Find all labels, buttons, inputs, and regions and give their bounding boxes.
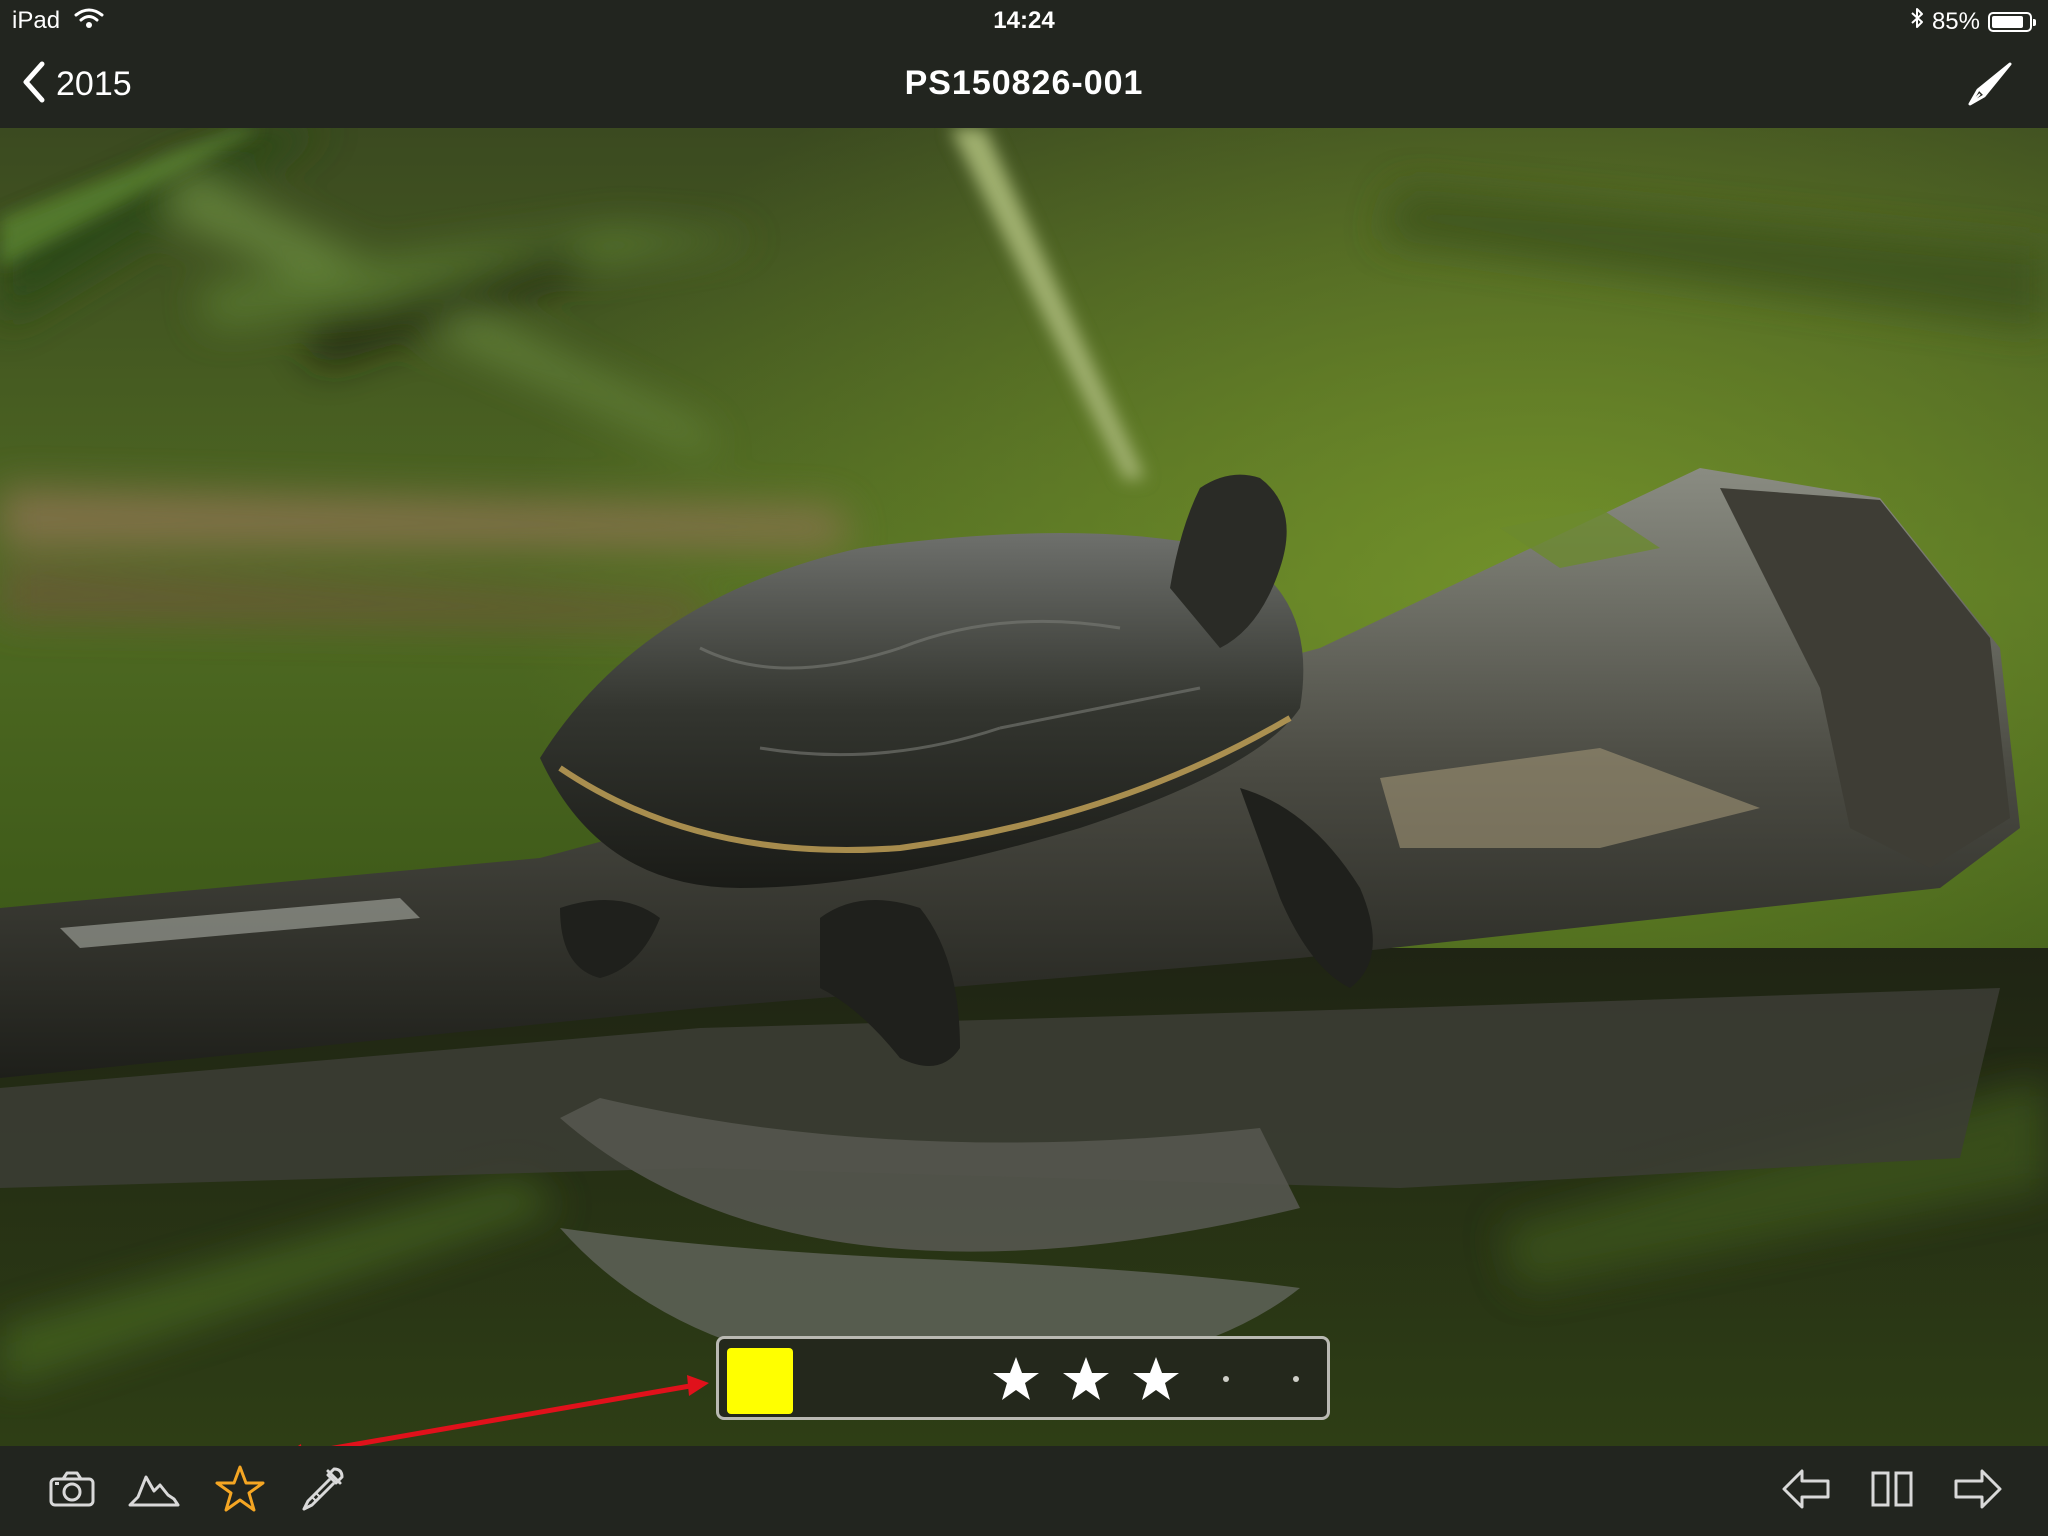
split-view-icon (1870, 1469, 1914, 1514)
star-filled-1[interactable] (981, 1351, 1051, 1407)
star-empty-dot (1293, 1376, 1299, 1382)
battery-tip (2033, 18, 2036, 26)
compose-icon (1966, 62, 2014, 112)
star-filled-icon (993, 1357, 1039, 1400)
status-time: 14:24 (993, 7, 1055, 34)
arrow-left-icon (1780, 1467, 1832, 1516)
rating-button[interactable] (210, 1464, 270, 1519)
star-empty-5[interactable] (1261, 1351, 1331, 1407)
eyedropper-icon (298, 1465, 346, 1518)
next-button[interactable] (1948, 1466, 2008, 1516)
camera-icon (48, 1469, 96, 1514)
histogram-button[interactable] (124, 1466, 184, 1516)
star-rating[interactable] (981, 1351, 1331, 1407)
star-empty-4[interactable] (1191, 1351, 1261, 1407)
photo-viewer: iPad 14:24 85% 2015 PS150826-001 (0, 0, 2048, 1536)
turtle-photo (0, 128, 2048, 1446)
rating-panel (716, 1336, 1330, 1420)
star-icon (214, 1464, 266, 1519)
star-empty-dot (1223, 1376, 1229, 1382)
battery-level (1992, 15, 2023, 28)
status-right: 85% (1910, 6, 2036, 37)
back-label: 2015 (56, 65, 132, 103)
bluetooth-icon (1910, 6, 1924, 37)
star-filled-icon (1133, 1357, 1179, 1400)
photo-display[interactable] (0, 128, 2048, 1446)
page-title: PS150826-001 (904, 64, 1144, 102)
chevron-left-icon (20, 60, 48, 109)
histogram-icon (128, 1469, 180, 1514)
color-label-swatch[interactable] (727, 1348, 793, 1414)
bottom-toolbar (0, 1446, 2048, 1536)
split-view-button[interactable] (1862, 1466, 1922, 1516)
star-filled-icon (1063, 1357, 1109, 1400)
star-filled-2[interactable] (1051, 1351, 1121, 1407)
compose-button[interactable] (1966, 60, 2014, 113)
eyedropper-button[interactable] (292, 1466, 352, 1516)
star-filled-3[interactable] (1121, 1351, 1191, 1407)
battery-percent: 85% (1931, 7, 1980, 35)
nav-bar: 2015 PS150826-001 (0, 40, 2048, 128)
battery-icon (1988, 11, 2036, 32)
arrow-right-icon (1952, 1467, 2004, 1516)
previous-button[interactable] (1776, 1466, 1836, 1516)
back-button[interactable]: 2015 (20, 60, 132, 109)
status-bar: iPad 14:24 85% (0, 0, 2048, 40)
camera-button[interactable] (42, 1466, 102, 1516)
top-bar: iPad 14:24 85% 2015 PS150826-001 (0, 0, 2048, 128)
